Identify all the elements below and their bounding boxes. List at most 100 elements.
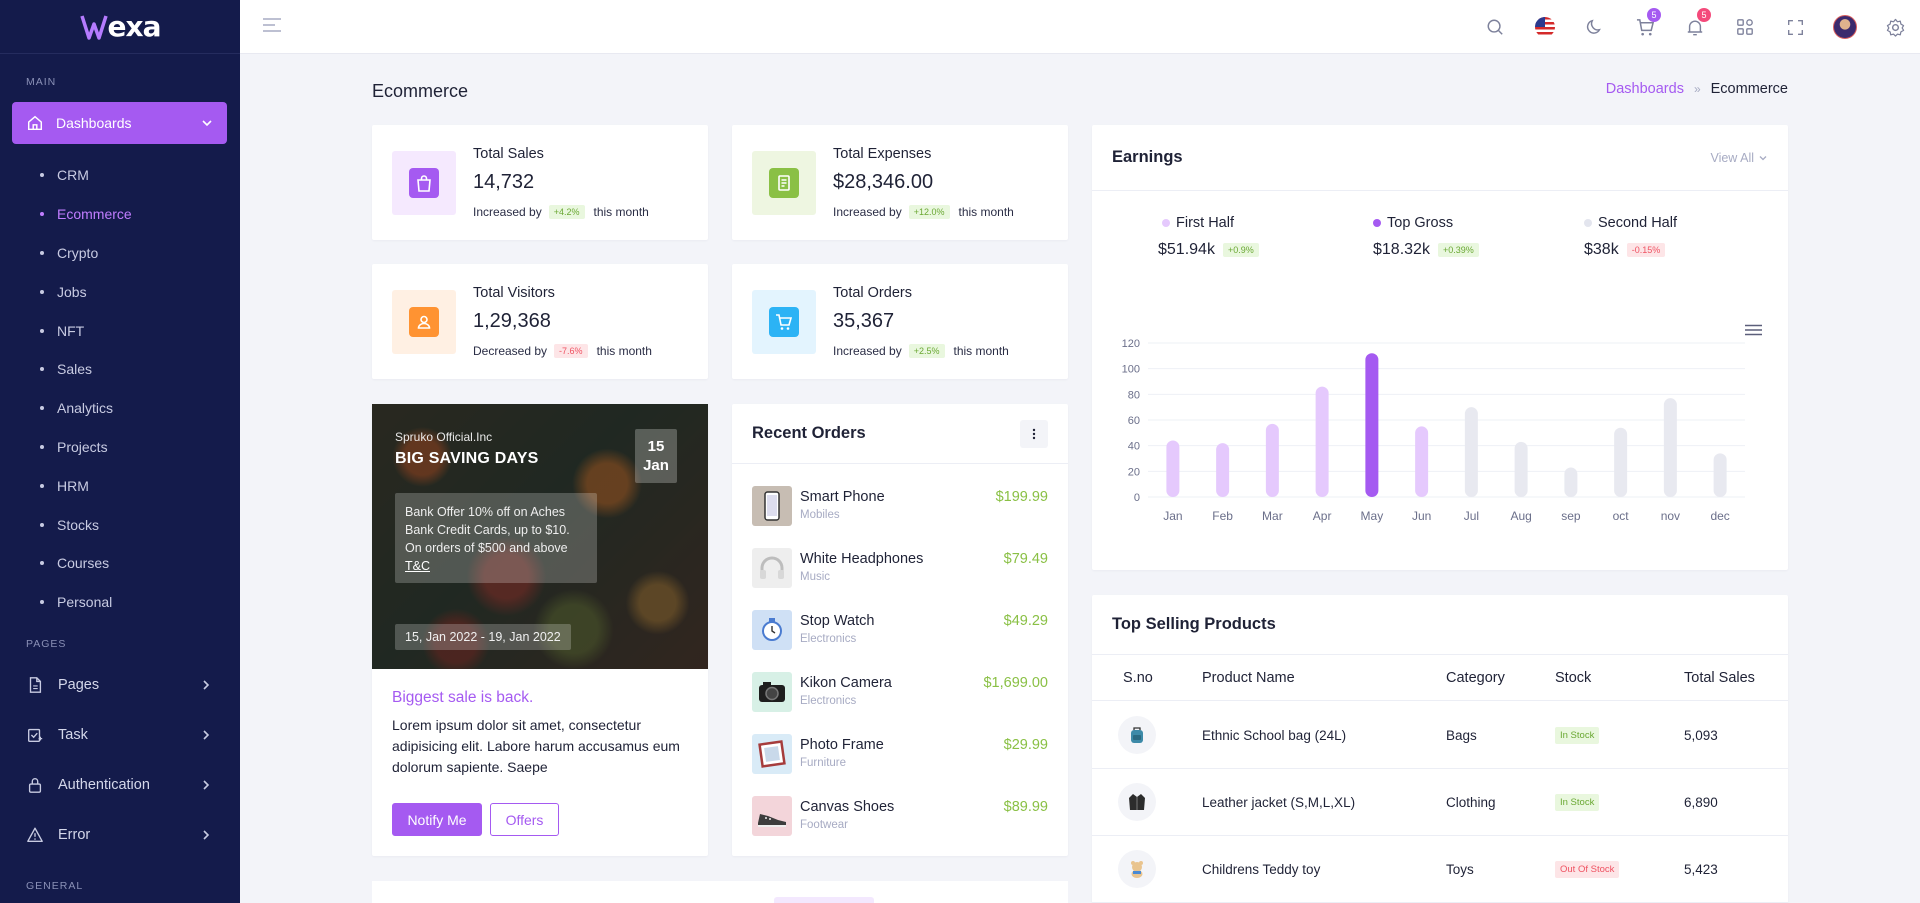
sidebar-item-crypto[interactable]: Crypto (0, 234, 240, 273)
legend-dot-icon (1162, 219, 1170, 227)
sidebar-item-label: Courses (57, 555, 110, 572)
sidebar-item-ecommerce[interactable]: Ecommerce (0, 195, 240, 234)
notifications-button[interactable]: 5 (1670, 0, 1720, 54)
stat-icon-box (752, 151, 816, 215)
legend-name: Second Half (1598, 215, 1677, 231)
product-thumbnail (1118, 716, 1156, 754)
order-item[interactable]: Kikon Camera Electronics $1,699.00 (752, 672, 1048, 712)
order-name: White Headphones (800, 551, 924, 567)
bullet-icon (40, 250, 44, 255)
sidebar-item-jobs[interactable]: Jobs (0, 272, 240, 311)
stat-change-badge: -7.6% (554, 344, 588, 358)
backpack-icon (1131, 727, 1143, 743)
sidebar-item-hrm[interactable]: HRM (0, 466, 240, 505)
bar-jun[interactable] (1415, 426, 1429, 497)
col-header-category: Category (1446, 669, 1505, 686)
sidebar-item-authentication[interactable]: Authentication (0, 760, 240, 810)
fullscreen-button[interactable] (1770, 0, 1820, 54)
logo[interactable]: exa (0, 0, 240, 54)
sidebar-item-stocks[interactable]: Stocks (0, 505, 240, 544)
sidebar-item-label: Ecommerce (57, 206, 132, 223)
partial-card (372, 881, 1068, 903)
x-tick-label: sep (1561, 509, 1581, 523)
bar-dec[interactable] (1713, 453, 1727, 497)
notify-me-button[interactable]: Notify Me (392, 803, 482, 836)
order-item[interactable]: Photo Frame Furniture $29.99 (752, 734, 1048, 774)
order-item[interactable]: Stop Watch Electronics $49.29 (752, 610, 1048, 650)
bar-sep[interactable] (1564, 467, 1578, 497)
order-name: Kikon Camera (800, 675, 892, 691)
bar-may[interactable] (1365, 353, 1379, 497)
legend-change-badge: +0.9% (1222, 243, 1259, 257)
sidebar-item-label: Analytics (57, 400, 114, 417)
bar-feb[interactable] (1216, 443, 1230, 497)
bar-apr[interactable] (1315, 386, 1329, 497)
legend-value-row: $51.94k +0.9% (1158, 241, 1268, 259)
y-tick-label: 0 (1134, 492, 1140, 504)
sidebar-item-task[interactable]: Task (0, 710, 240, 760)
sidebar-item-error[interactable]: Error (0, 810, 240, 860)
product-category: Toys (1446, 861, 1474, 877)
table-row[interactable]: Ethnic School bag (24L) Bags In Stock 5,093 (1092, 702, 1788, 769)
logo-icon (79, 14, 108, 40)
search-button[interactable] (1470, 0, 1520, 54)
sidebar-item-pages[interactable]: Pages (0, 660, 240, 710)
x-tick-label: Apr (1313, 509, 1332, 523)
sidebar-item-courses[interactable]: Courses (0, 544, 240, 583)
bar-mar[interactable] (1265, 423, 1279, 497)
earnings-title: Earnings (1112, 148, 1183, 166)
order-price: $199.99 (995, 489, 1048, 505)
y-tick-label: 60 (1128, 415, 1140, 427)
recent-orders-header: Recent Orders (732, 404, 1068, 464)
settings-button[interactable] (1870, 0, 1920, 54)
terms-link[interactable]: T&C (405, 557, 587, 575)
stock-badge: Out Of Stock (1555, 860, 1620, 878)
stat-change-badge: +4.2% (548, 205, 585, 219)
view-all-dropdown[interactable]: View All (1710, 151, 1768, 165)
sidebar-item-nft[interactable]: NFT (0, 311, 240, 350)
sidebar-item-personal[interactable]: Personal (0, 583, 240, 622)
bullet-icon (40, 212, 44, 217)
breadcrumb-link-dashboards[interactable]: Dashboards (1606, 81, 1684, 97)
order-item[interactable]: White Headphones Music $79.49 (752, 548, 1048, 588)
sidebar-item-projects[interactable]: Projects (0, 428, 240, 467)
sidebar-item-dashboards[interactable]: Dashboards (12, 102, 227, 144)
order-name: Photo Frame (800, 737, 884, 753)
section-label-main: MAIN (26, 76, 57, 88)
order-price: $79.49 (1003, 551, 1048, 567)
menu-toggle-button[interactable] (262, 16, 282, 37)
sidebar-item-sales[interactable]: Sales (0, 350, 240, 389)
legend-value-row: $18.32k +0.39% (1373, 241, 1488, 259)
apps-button[interactable] (1720, 0, 1770, 54)
order-thumbnail (752, 734, 792, 774)
product-thumbnail (1118, 850, 1156, 888)
legend-title: Top Gross (1373, 215, 1488, 231)
table-row[interactable]: Childrens Teddy toy Toys Out Of Stock 5,423 (1092, 836, 1788, 903)
stat-subtext: Increased by +2.5% this month (833, 344, 1009, 358)
offers-button[interactable]: Offers (490, 803, 559, 836)
profile-button[interactable] (1820, 0, 1870, 54)
order-name: Stop Watch (800, 613, 875, 629)
bar-aug[interactable] (1514, 441, 1528, 497)
bar-oct[interactable] (1614, 427, 1628, 497)
sidebar-item-label: Dashboards (56, 115, 132, 131)
sidebar-item-crm[interactable]: CRM (0, 156, 240, 195)
section-label-general: GENERAL (26, 879, 84, 892)
bullet-icon (40, 561, 44, 566)
cart-button[interactable]: 5 (1620, 0, 1670, 54)
order-item[interactable]: Canvas Shoes Footwear $89.99 (752, 796, 1048, 836)
table-row[interactable]: Leather jacket (S,M,L,XL) Clothing In Stoc… (1092, 769, 1788, 836)
more-vertical-icon (1032, 428, 1036, 439)
order-item[interactable]: Smart Phone Mobiles $199.99 (752, 486, 1048, 526)
bar-jul[interactable] (1464, 407, 1478, 497)
recent-orders-menu-button[interactable] (1020, 419, 1048, 448)
stat-subtext: Increased by +4.2% this month (473, 205, 649, 219)
sidebar-item-analytics[interactable]: Analytics (0, 389, 240, 428)
bar-jan[interactable] (1166, 440, 1180, 497)
x-tick-label: Aug (1510, 509, 1531, 523)
theme-toggle-button[interactable] (1570, 0, 1620, 54)
stat-subtext: Decreased by -7.6% this month (473, 344, 652, 358)
home-icon (27, 115, 43, 131)
bar-nov[interactable] (1663, 398, 1677, 497)
language-button[interactable] (1520, 0, 1570, 54)
